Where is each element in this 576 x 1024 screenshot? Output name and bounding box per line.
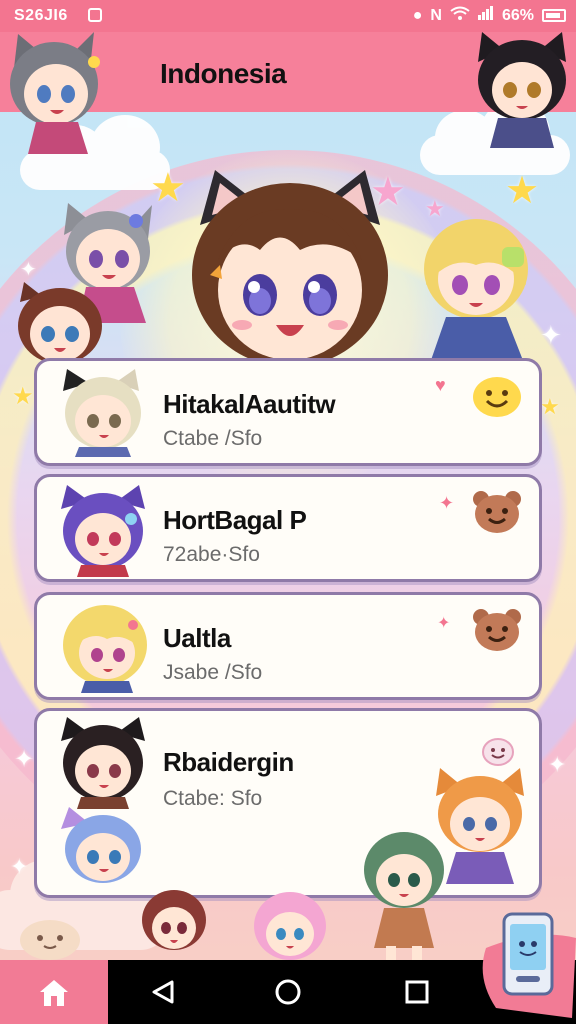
contact-subtitle: Ctabe /Sfo: [163, 427, 263, 450]
contact-subtitle: Jsabe /Sfo: [163, 661, 263, 684]
star-icon: ★: [12, 383, 34, 410]
home-button[interactable]: [253, 960, 323, 1024]
status-icons: ● N 66%: [413, 6, 566, 25]
grey-hair-girl-header-avatar[interactable]: [2, 28, 112, 158]
sparkle-icon: ✦: [548, 752, 567, 777]
contact-name: HitakalAautitw: [163, 389, 336, 419]
bear-face-sticker-icon: [471, 489, 523, 540]
contact-card-3[interactable]: Ualtla Jsabe /Sfo ✦: [34, 592, 542, 700]
black-hair-cat-girl-header-avatar[interactable]: [470, 30, 574, 150]
sparkle-icon: ✦: [437, 615, 451, 632]
app-screen: ★ ★ ★ ★ ✦ ✦ ★ ★ ✦ ✦ ✦ S26JI6 ● N 66% Ind…: [0, 0, 576, 1024]
recents-button[interactable]: [382, 960, 452, 1024]
status-time: S26JI6: [14, 7, 68, 24]
heart-icon: ♥: [435, 375, 446, 395]
contact-name: Ualtla: [163, 623, 231, 653]
phone-mascot-illustration[interactable]: [476, 908, 576, 1023]
auburn-hair-girl-illustration: [14, 282, 106, 364]
contact-card-1[interactable]: HitakalAautitw Ctabe /Sfo ♥: [34, 358, 542, 466]
home-icon: [38, 978, 70, 1013]
purple-hair-girl-avatar: [59, 485, 149, 582]
back-triangle-icon: [152, 980, 174, 1004]
sparkle-icon: ✦: [14, 746, 35, 773]
blonde-girl-avatar: [59, 601, 155, 698]
star-icon: ★: [540, 394, 560, 419]
bear-face-sticker-icon: [471, 607, 523, 658]
notification-icon: [88, 8, 102, 22]
pink-hair-girl-illustration: [250, 890, 330, 960]
green-hair-girl-illustration: [356, 826, 452, 960]
back-button[interactable]: [128, 960, 198, 1024]
battery-percent: 66%: [501, 6, 534, 24]
cat-ear-blonde-girl-avatar: [59, 369, 149, 462]
page-title: Indonesia: [160, 58, 287, 89]
blue-hair-girl-avatar: [59, 807, 149, 892]
contact-subtitle: 72abe·Sfo: [163, 543, 260, 566]
blonde-girl-illustration: [412, 205, 542, 365]
sparkle-icon: ✦: [540, 320, 562, 350]
contact-subtitle: Ctabe: Sfo: [163, 787, 263, 810]
signal-icon: [477, 6, 494, 25]
cat-face-sticker-illustration: [18, 914, 82, 960]
contact-name: Rbaidergin: [163, 747, 294, 777]
brown-hair-girl-illustration: [138, 886, 210, 960]
home-circle-icon: [275, 979, 301, 1005]
contact-name: HortBagal P: [163, 505, 307, 535]
wifi-icon: [450, 6, 470, 25]
battery-icon: [542, 9, 566, 22]
sparkle-icon: ✦: [439, 493, 455, 513]
shield-icon: ●: [412, 6, 423, 24]
sparkle-icon: ✦: [20, 259, 37, 281]
home-tab[interactable]: [0, 960, 108, 1024]
cat-girl-mascot-illustration: [180, 165, 400, 365]
mute-icon: N: [430, 6, 442, 24]
smiley-face-sticker-icon: [471, 373, 523, 424]
sparkle-icon: ✦: [10, 854, 29, 879]
dark-hair-cat-girl-avatar: [59, 717, 149, 814]
recents-square-icon: [405, 980, 429, 1004]
contact-card-2[interactable]: HortBagal P 72abe·Sfo ✦: [34, 474, 542, 582]
